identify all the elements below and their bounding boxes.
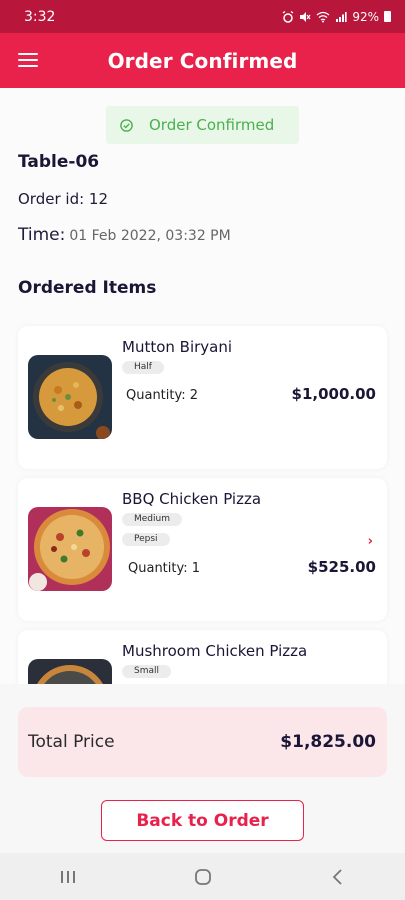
- chevron-right-icon[interactable]: ›: [368, 534, 373, 549]
- item-image-biryani: [28, 355, 112, 439]
- time-label: Time:: [18, 225, 66, 245]
- ordered-items-heading: Ordered Items: [18, 278, 157, 298]
- mute-icon: [300, 11, 311, 22]
- back-icon[interactable]: [308, 857, 368, 897]
- item-name: Mutton Biryani: [122, 338, 233, 356]
- item-option-chip: Pepsi: [122, 533, 170, 546]
- item-option-chip: Half: [122, 361, 164, 374]
- item-name: BBQ Chicken Pizza: [122, 490, 262, 508]
- item-price: $1,000.00: [291, 385, 376, 403]
- check-circle-icon: [120, 118, 133, 132]
- total-price-box: Total Price $1,825.00: [18, 707, 387, 777]
- item-option-chip: Medium: [122, 513, 182, 526]
- status-icons: 92%: [282, 10, 391, 24]
- home-icon[interactable]: [173, 857, 233, 897]
- alarm-icon: [282, 10, 294, 23]
- back-to-order-button[interactable]: Back to Order: [101, 800, 304, 841]
- item-name: Mushroom Chicken Pizza: [122, 642, 308, 660]
- total-label: Total Price: [28, 732, 115, 752]
- battery-icon: [384, 11, 391, 22]
- item-quantity: Quantity: 1: [128, 561, 201, 576]
- item-quantity: Quantity: 2: [126, 388, 199, 403]
- system-nav-bar: [0, 853, 405, 900]
- item-image-mushroom-pizza: [28, 659, 112, 684]
- status-bar: 3:32 92%: [0, 0, 405, 33]
- order-time-row: Time: 01 Feb 2022, 03:32 PM: [18, 225, 231, 245]
- hamburger-menu-icon[interactable]: [18, 53, 38, 67]
- item-option-chip: Small: [122, 665, 171, 678]
- wifi-icon: [316, 11, 330, 22]
- order-item-card: Mushroom Chicken Pizza Small: [18, 630, 387, 684]
- order-id: Order id: 12: [18, 190, 108, 208]
- battery-percent: 92%: [352, 9, 379, 24]
- page-title: Order Confirmed: [107, 48, 298, 73]
- order-item-card: Mutton Biryani Half Quantity: 2 $1,000.0…: [18, 326, 387, 469]
- order-content[interactable]: Order Confirmed Table-06 Order id: 12 Ti…: [0, 88, 405, 684]
- item-price: $525.00: [307, 558, 376, 576]
- recent-apps-icon[interactable]: [38, 857, 98, 897]
- table-number: Table-06: [18, 152, 100, 172]
- time-value: 01 Feb 2022, 03:32 PM: [69, 228, 231, 244]
- app-bar: Order Confirmed: [0, 33, 405, 88]
- item-image-bbq-pizza: [28, 507, 112, 591]
- order-confirmed-banner: Order Confirmed: [106, 106, 299, 144]
- status-time: 3:32: [24, 8, 56, 25]
- signal-icon: [336, 11, 347, 22]
- order-item-card[interactable]: BBQ Chicken Pizza Medium Pepsi › Quantit…: [18, 478, 387, 621]
- total-value: $1,825.00: [280, 732, 376, 752]
- banner-text: Order Confirmed: [149, 116, 275, 134]
